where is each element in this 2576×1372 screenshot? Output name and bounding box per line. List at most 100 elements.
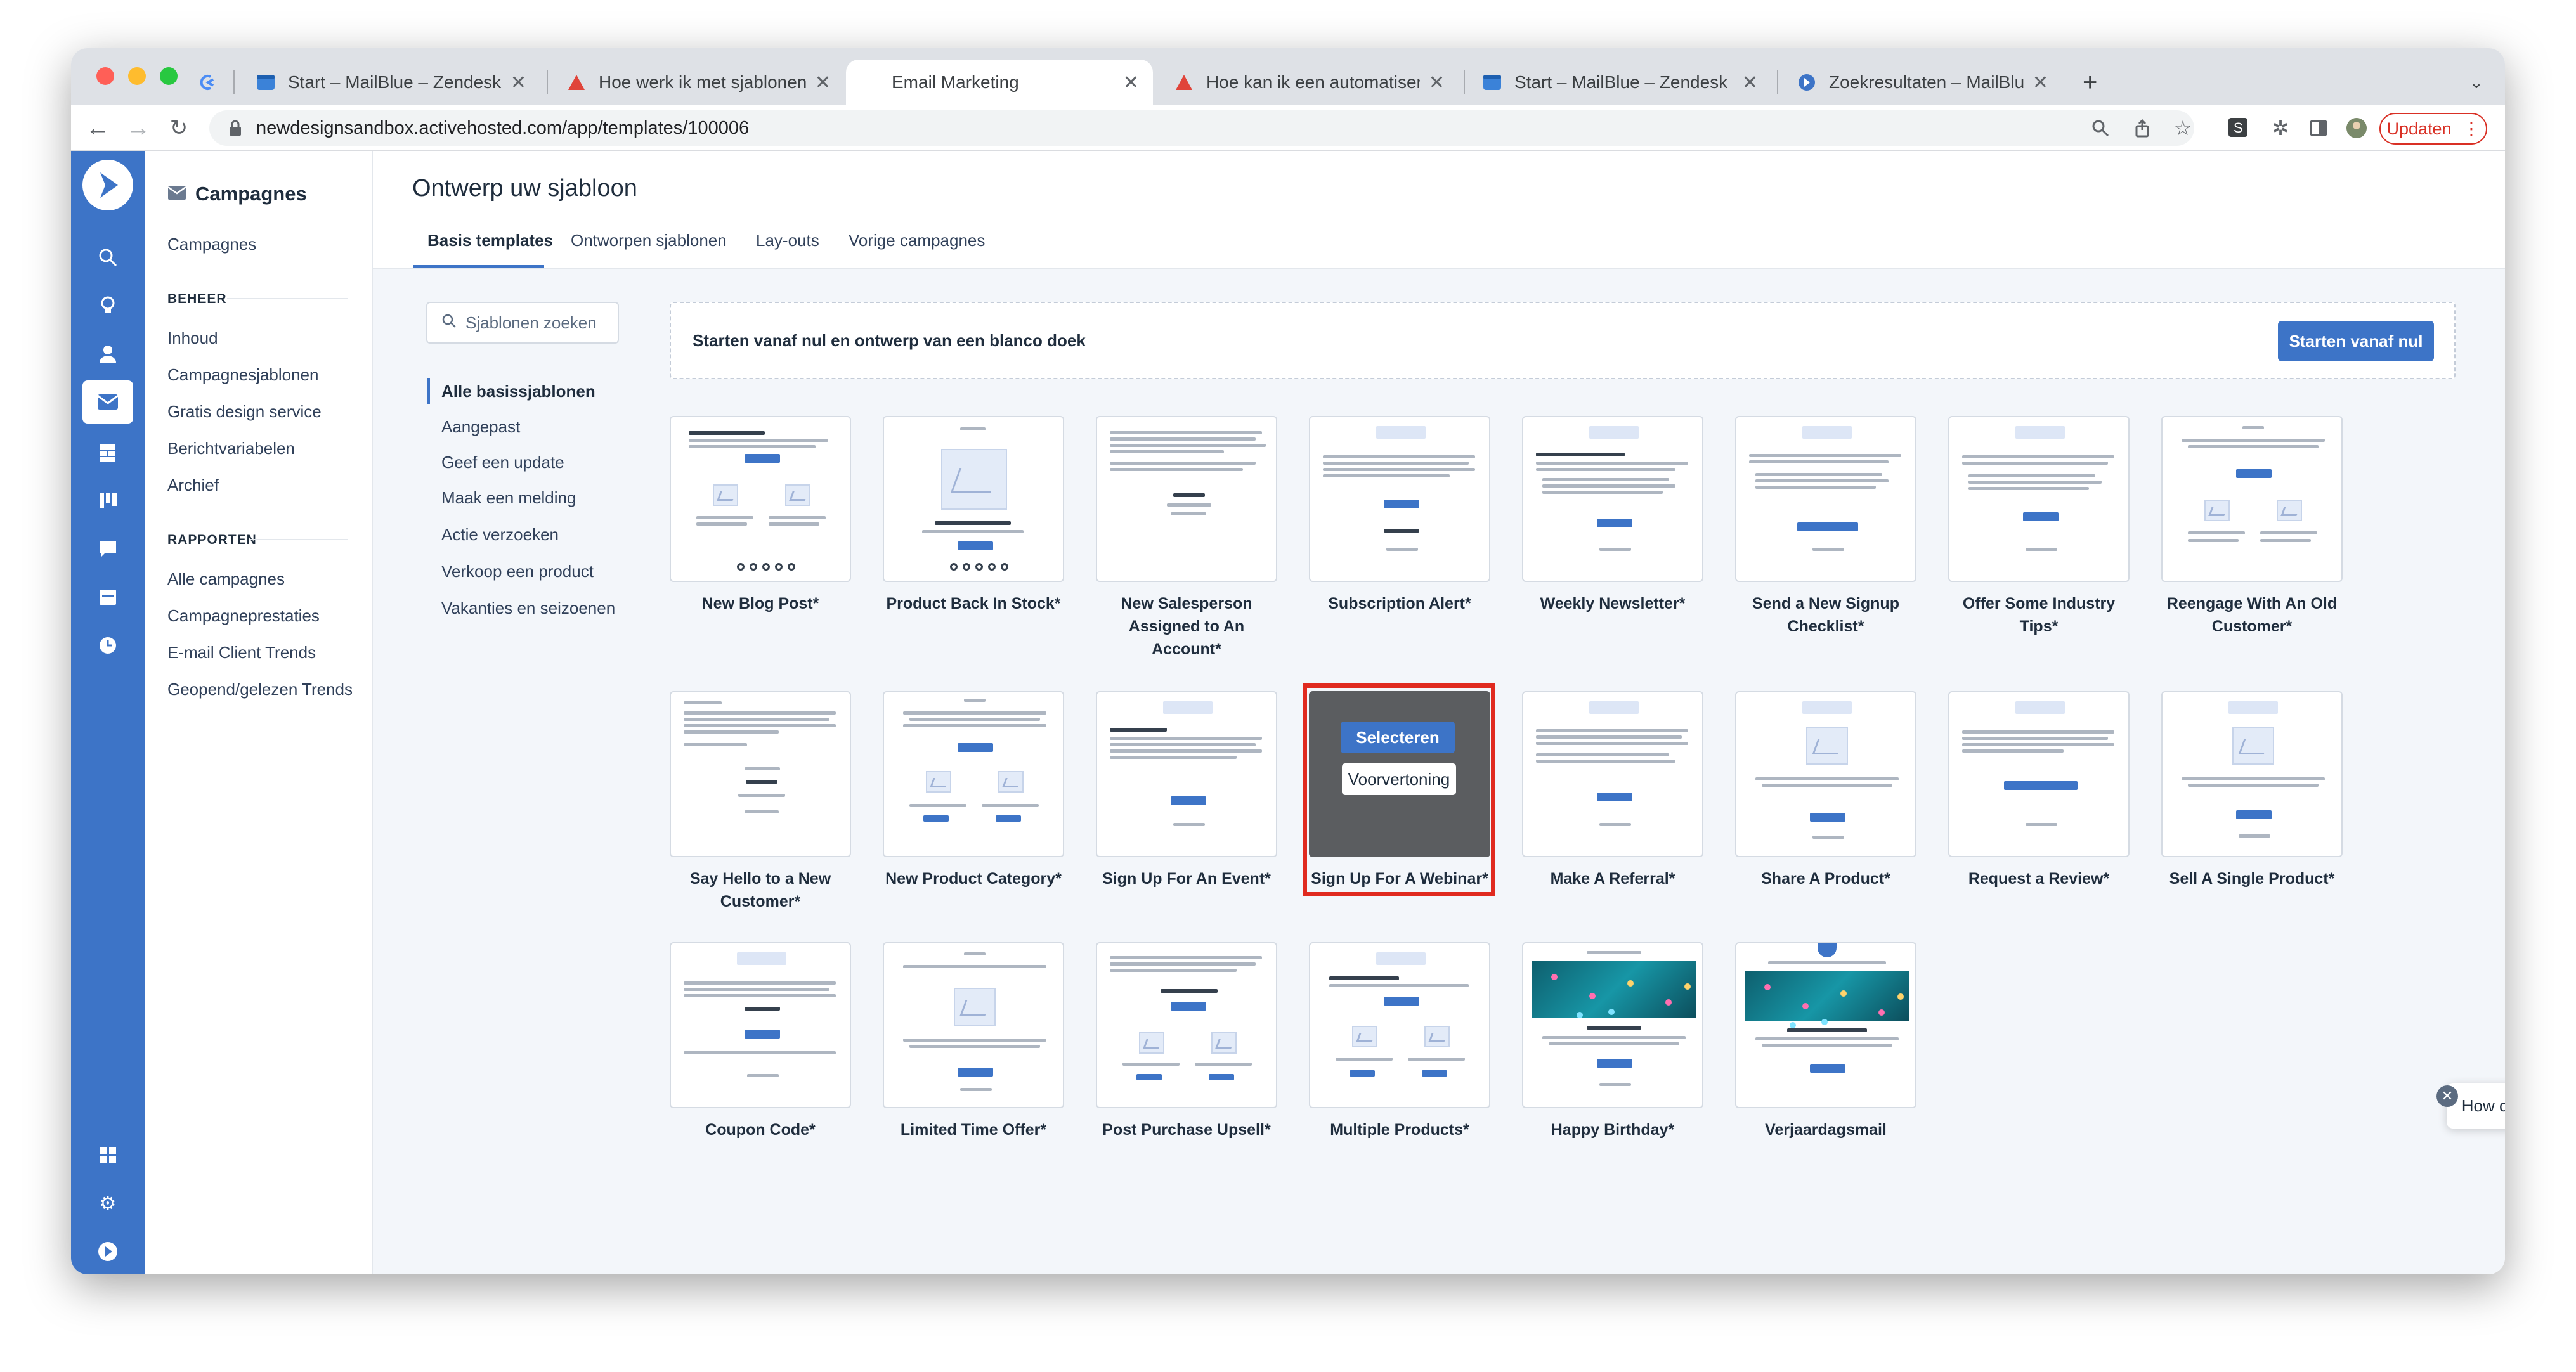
template-card-product-back-in-stock[interactable]: Product Back In Stock* xyxy=(883,416,1064,615)
birthday-photo-image xyxy=(1532,961,1696,1018)
minimize-window-button[interactable] xyxy=(128,67,146,85)
campaigns-mail-icon[interactable] xyxy=(82,380,133,424)
template-card-industry-tips[interactable]: Offer Some Industry Tips* xyxy=(1948,416,2130,638)
template-card-request-review[interactable]: Request a Review* xyxy=(1948,691,2130,890)
category-aangepast[interactable]: Aangepast xyxy=(441,417,520,437)
extension-s-icon[interactable]: S xyxy=(2226,115,2251,141)
template-card-post-purchase-upsell[interactable]: Post Purchase Upsell* xyxy=(1096,942,1277,1141)
deals-pipeline-icon[interactable] xyxy=(93,486,123,516)
template-card-weekly-newsletter[interactable]: Weekly Newsletter* xyxy=(1522,416,1703,615)
tab-4[interactable]: Hoe kan ik een automatisering...✕ xyxy=(1161,60,1459,105)
reports-clock-icon[interactable] xyxy=(93,630,123,661)
site-forms-icon[interactable] xyxy=(93,582,123,612)
tab-3[interactable]: Email Marketing ✕ xyxy=(846,60,1153,105)
forward-icon[interactable]: → xyxy=(123,113,153,143)
close-tab-icon[interactable]: ✕ xyxy=(2033,72,2048,94)
reload-icon[interactable]: ↻ xyxy=(164,113,194,143)
share-icon[interactable] xyxy=(2130,115,2155,141)
template-card-say-hello[interactable]: Say Hello to a New Customer* xyxy=(670,691,851,913)
zoom-icon[interactable] xyxy=(2088,115,2113,141)
lightbulb-icon[interactable] xyxy=(93,290,123,321)
sidebar-header-rapporten: RAPPORTEN xyxy=(167,533,257,547)
template-card-multiple-products[interactable]: Multiple Products* xyxy=(1309,942,1490,1141)
sidebar-item-campagneprestaties[interactable]: Campagneprestaties xyxy=(167,606,320,626)
address-bar[interactable]: newdesignsandbox.activehosted.com/app/te… xyxy=(209,110,2194,146)
sidebar-item-campagnes[interactable]: Campagnes xyxy=(167,235,256,254)
category-verkoop-een-product[interactable]: Verkoop een product xyxy=(441,562,594,581)
bookmark-star-icon[interactable]: ☆ xyxy=(2170,115,2195,141)
new-tab-icon[interactable]: + xyxy=(2069,60,2107,105)
template-card-coupon-code[interactable]: Coupon Code* xyxy=(670,942,851,1141)
close-window-button[interactable] xyxy=(96,67,114,85)
template-card-limited-time-offer[interactable]: Limited Time Offer* xyxy=(883,942,1064,1141)
sidebar-item-gratis-design-service[interactable]: Gratis design service xyxy=(167,402,322,422)
tab-search-icon[interactable] xyxy=(198,60,221,105)
template-thumbnail xyxy=(1735,691,1916,857)
tab-basis-templates[interactable]: Basis templates xyxy=(427,231,553,250)
template-name: Verjaardagsmail xyxy=(1765,1121,1887,1139)
tab-6[interactable]: Zoekresultaten – MailBlue ✕ xyxy=(1783,60,2062,105)
template-card-signup-checklist[interactable]: Send a New Signup Checklist* xyxy=(1735,416,1916,638)
search-icon[interactable] xyxy=(93,242,123,273)
tab-5[interactable]: Start – MailBlue – Zendesk ✕ xyxy=(1469,60,1772,105)
tab-vorige-campagnes[interactable]: Vorige campagnes xyxy=(849,231,985,250)
sidebar-item-inhoud[interactable]: Inhoud xyxy=(167,328,218,348)
tab-ontworpen-sjablonen[interactable]: Ontworpen sjablonen xyxy=(571,231,727,250)
close-tab-icon[interactable]: ✕ xyxy=(511,72,526,94)
close-tab-icon[interactable]: ✕ xyxy=(1123,72,1139,94)
sidebar-item-archief[interactable]: Archief xyxy=(167,476,219,495)
tab-search-dropdown-icon[interactable]: ⌄ xyxy=(2456,60,2494,105)
template-card-new-product-category[interactable]: New Product Category* xyxy=(883,691,1064,890)
more-menu-icon[interactable]: ⋮ xyxy=(2463,119,2480,139)
sidebar-item-campagnesjablonen[interactable]: Campagnesjablonen xyxy=(167,365,319,385)
template-card-share-product[interactable]: Share A Product* xyxy=(1735,691,1916,890)
close-chat-prompt-icon[interactable]: ✕ xyxy=(2436,1085,2458,1107)
account-logo-icon[interactable] xyxy=(93,1236,123,1267)
template-search-input[interactable]: Sjablonen zoeken xyxy=(426,302,619,344)
template-card-happy-birthday[interactable]: Happy Birthday* xyxy=(1522,942,1703,1141)
start-from-scratch-button[interactable]: Starten vanaf nul xyxy=(2278,321,2434,361)
maximize-window-button[interactable] xyxy=(160,67,178,85)
sidebar-item-geopend-trends[interactable]: Geopend/gelezen Trends xyxy=(167,680,353,699)
url-text: newdesignsandbox.activehosted.com/app/te… xyxy=(256,117,750,138)
update-button[interactable]: Updaten ⋮ xyxy=(2379,113,2487,145)
back-icon[interactable]: ← xyxy=(82,113,113,143)
profile-avatar-icon[interactable] xyxy=(2344,115,2369,141)
apps-grid-icon[interactable] xyxy=(93,1140,123,1170)
template-card-verjaardagsmail[interactable]: Verjaardagsmail xyxy=(1735,942,1916,1141)
settings-gear-icon[interactable]: ⚙ xyxy=(93,1188,123,1219)
template-card-subscription-alert[interactable]: Subscription Alert* xyxy=(1309,416,1490,615)
extensions-puzzle-icon[interactable]: ✲ xyxy=(2268,115,2293,141)
page-header: Ontwerp uw sjabloon Basis templates Ontw… xyxy=(373,151,2505,269)
template-name: New Product Category* xyxy=(885,870,1062,888)
automations-icon[interactable] xyxy=(93,437,123,468)
sidebar-item-berichtvariabelen[interactable]: Berichtvariabelen xyxy=(167,439,295,458)
template-card-new-blog-post[interactable]: New Blog Post* xyxy=(670,416,851,615)
tab-1[interactable]: Start – MailBlue – Zendesk ✕ xyxy=(242,60,540,105)
side-panel-icon[interactable] xyxy=(2306,115,2331,141)
template-name: Share A Product* xyxy=(1761,870,1890,888)
conversations-icon[interactable] xyxy=(93,534,123,564)
template-card-sell-single-product[interactable]: Sell A Single Product* xyxy=(2161,691,2343,890)
close-tab-icon[interactable]: ✕ xyxy=(1429,72,1445,94)
tab-2[interactable]: Hoe werk ik met sjablonen als ...✕ xyxy=(553,60,845,105)
template-thumbnail xyxy=(1948,691,2130,857)
category-maak-een-melding[interactable]: Maak een melding xyxy=(441,488,576,508)
category-alle-basissjablonen[interactable]: Alle basissjablonen xyxy=(441,382,595,401)
template-card-sign-up-event[interactable]: Sign Up For An Event* xyxy=(1096,691,1277,890)
sidebar-item-email-client-trends[interactable]: E-mail Client Trends xyxy=(167,643,316,663)
category-geef-een-update[interactable]: Geef een update xyxy=(441,453,564,472)
sidebar-item-alle-campagnes[interactable]: Alle campagnes xyxy=(167,569,285,589)
close-tab-icon[interactable]: ✕ xyxy=(1742,72,1758,94)
template-card-new-salesperson[interactable]: New Salesperson Assigned to An Account* xyxy=(1096,416,1277,661)
close-tab-icon[interactable]: ✕ xyxy=(815,72,831,94)
template-card-reengage[interactable]: Reengage With An Old Customer* xyxy=(2161,416,2343,638)
app-logo-icon[interactable] xyxy=(82,160,133,210)
category-vakanties-en-seizoenen[interactable]: Vakanties en seizoenen xyxy=(441,599,615,618)
category-actie-verzoeken[interactable]: Actie verzoeken xyxy=(441,525,559,545)
mailblue-icon xyxy=(1797,73,1816,92)
template-card-make-referral[interactable]: Make A Referral* xyxy=(1522,691,1703,890)
contacts-icon[interactable] xyxy=(93,339,123,369)
tab-lay-outs[interactable]: Lay-outs xyxy=(756,231,819,250)
template-name: New Salesperson Assigned to An Account* xyxy=(1121,595,1252,658)
